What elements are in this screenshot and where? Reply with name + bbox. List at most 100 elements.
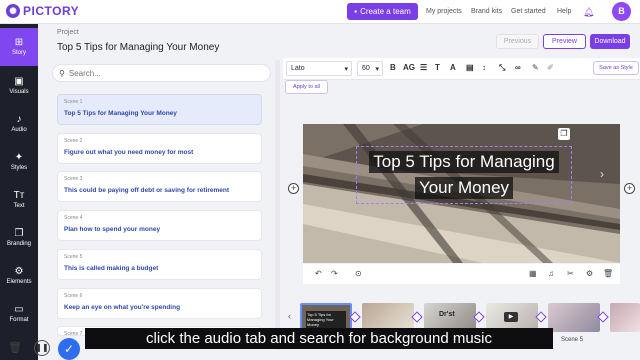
logo-icon: ✺ — [6, 4, 20, 18]
scene-text: Plan how to spend your money — [64, 226, 161, 233]
help-link[interactable]: Help — [557, 8, 571, 15]
scene-number: Scene 3 — [64, 176, 83, 182]
font-size-value: 60 — [362, 65, 370, 72]
sidebar-item-text[interactable]: Tт Text — [0, 181, 38, 219]
font-select[interactable]: Lato ▾ — [286, 61, 352, 76]
scene-card[interactable]: Scene 4 Plan how to spend your money — [57, 210, 262, 241]
logo-text: PICTORY — [23, 4, 80, 18]
bold-button[interactable]: B — [390, 63, 396, 72]
scrollbar[interactable] — [275, 60, 280, 350]
checkmark-icon[interactable]: ✓ — [58, 338, 80, 360]
align-icon[interactable]: ☰ — [420, 63, 427, 72]
chevron-down-icon: ▾ — [375, 65, 379, 73]
scene-number: Scene 5 — [64, 254, 83, 260]
resize-icon[interactable]: ⤡ — [499, 63, 505, 73]
sidebar: ⊞ Story ▣ Visuals ♪ Audio ✦ Styles Tт Te… — [0, 24, 38, 360]
visuals-icon: ▣ — [14, 76, 24, 87]
scene-number: Scene 1 — [64, 99, 83, 105]
elements-icon: ⚙ — [14, 266, 24, 277]
sidebar-item-branding[interactable]: ❐ Branding — [0, 219, 38, 257]
text-toolbar: Lato ▾ 60 ▾ B AG ☰ T A ▤ ↕ ⤡ ∞ ✎ ✐ — [283, 58, 640, 80]
play-icon: ▶ — [504, 312, 518, 322]
title-line-2: Your Money — [414, 177, 514, 199]
scene-text: This is called making a budget — [64, 265, 159, 272]
redo-icon[interactable]: ↷ — [331, 269, 338, 278]
search-icon: ⚲ — [59, 68, 65, 78]
sidebar-item-story[interactable]: ⊞ Story — [0, 28, 38, 66]
video-caption: click the audio tab and search for backg… — [85, 328, 553, 349]
cut-icon[interactable]: ✂ — [567, 269, 574, 278]
create-team-button[interactable]: ▪ Create a team — [347, 3, 418, 20]
title-text-box[interactable]: Top 5 Tips for Managing Your Money — [356, 146, 572, 204]
timeline-thumb[interactable] — [610, 303, 640, 332]
add-scene-right-icon[interactable]: + — [624, 183, 635, 194]
delete-icon[interactable]: 🗑︎ — [603, 269, 613, 278]
team-icon: ▪ — [354, 7, 358, 16]
play-icon[interactable]: ⊙ — [355, 269, 362, 278]
save-as-style-button[interactable]: Save as Style — [593, 61, 639, 75]
styles-icon: ✦ — [14, 152, 24, 163]
sidebar-item-label: Story — [11, 50, 26, 56]
scene-text: Top 5 Tips for Managing Your Money — [64, 110, 177, 117]
link-icon[interactable]: ∞ — [515, 63, 521, 72]
chevron-left-icon[interactable]: ‹ — [288, 311, 291, 321]
sidebar-item-visuals[interactable]: ▣ Visuals — [0, 67, 38, 105]
my-projects-link[interactable]: My projects — [426, 8, 462, 15]
page-title[interactable]: Top 5 Tips for Managing Your Money — [57, 42, 219, 53]
chevron-right-icon[interactable]: › — [600, 167, 604, 181]
caps-button[interactable]: AG — [403, 63, 415, 72]
trash-icon[interactable]: 🗑︎ — [8, 341, 22, 354]
undo-icon[interactable]: ↶ — [315, 269, 322, 278]
apply-to-all-button[interactable]: Apply to all — [285, 80, 328, 94]
story-icon: ⊞ — [14, 37, 24, 48]
bell-icon[interactable]: 🔔︎ — [583, 7, 594, 18]
scene-number: Scene 2 — [64, 138, 83, 144]
top-bar: ✺ PICTORY ▪ Create a team My projects Br… — [0, 0, 640, 24]
add-scene-left-icon[interactable]: + — [288, 183, 299, 194]
mic-icon[interactable]: ♫ — [548, 269, 554, 278]
search-input[interactable] — [68, 68, 249, 78]
scene-card[interactable]: Scene 6 Keep an eye on what you're spend… — [57, 288, 262, 319]
sidebar-item-label: Styles — [10, 165, 28, 171]
scene-number: Scene 6 — [64, 293, 83, 299]
scene-text: Figure out what you need money for most — [64, 149, 194, 156]
thumb-caption: Dr'st — [439, 311, 455, 318]
layout-icon[interactable]: ▦ — [529, 269, 537, 278]
previous-button[interactable]: Previous — [496, 34, 539, 49]
avatar[interactable]: B — [612, 2, 631, 21]
scene-card[interactable]: Scene 5 This is called making a budget — [57, 249, 262, 280]
scene-card[interactable]: Scene 3 This could be paying off debt or… — [57, 171, 262, 202]
audio-icon: ♪ — [16, 114, 22, 125]
settings-icon[interactable]: ⚙ — [586, 269, 593, 278]
branding-icon: ❐ — [14, 228, 24, 239]
font-value: Lato — [291, 65, 305, 72]
scene-card[interactable]: Scene 1 Top 5 Tips for Managing Your Mon… — [57, 94, 262, 125]
sidebar-item-label: Elements — [6, 279, 32, 285]
text-color-icon[interactable]: A — [450, 63, 456, 72]
scene-number: Scene 4 — [64, 215, 83, 221]
brand-kits-link[interactable]: Brand kits — [471, 8, 502, 15]
get-started-link[interactable]: Get started — [511, 8, 546, 15]
timeline-thumb[interactable] — [548, 303, 600, 332]
sidebar-item-format[interactable]: ▭ Format — [0, 295, 38, 333]
scene-card[interactable]: Scene 2 Figure out what you need money f… — [57, 133, 262, 164]
download-button[interactable]: Download — [590, 34, 630, 49]
format-icon: ▭ — [14, 304, 24, 315]
text-size-icon[interactable]: T — [435, 63, 440, 72]
preview-button[interactable]: Preview — [543, 34, 586, 49]
sidebar-item-audio[interactable]: ♪ Audio — [0, 105, 38, 143]
search-bar: ⚲ — [52, 64, 271, 82]
highlight-icon[interactable]: ▤ — [466, 63, 474, 72]
brush-icon[interactable]: ✎ — [532, 63, 539, 72]
sidebar-item-elements[interactable]: ⚙ Elements — [0, 257, 38, 295]
duplicate-icon[interactable]: ❐ — [558, 128, 570, 140]
font-size-select[interactable]: 60 ▾ — [357, 61, 383, 76]
pause-icon[interactable]: ❚❚ — [34, 340, 50, 356]
scene-text: Keep an eye on what you're spending — [64, 304, 181, 311]
sidebar-item-styles[interactable]: ✦ Styles — [0, 143, 38, 181]
paint-icon[interactable]: ✐ — [547, 63, 554, 72]
line-spacing-icon[interactable]: ↕ — [482, 63, 486, 72]
sidebar-item-label: Visuals — [9, 89, 29, 95]
logo[interactable]: ✺ PICTORY — [6, 4, 79, 18]
chevron-down-icon: ▾ — [344, 65, 348, 73]
